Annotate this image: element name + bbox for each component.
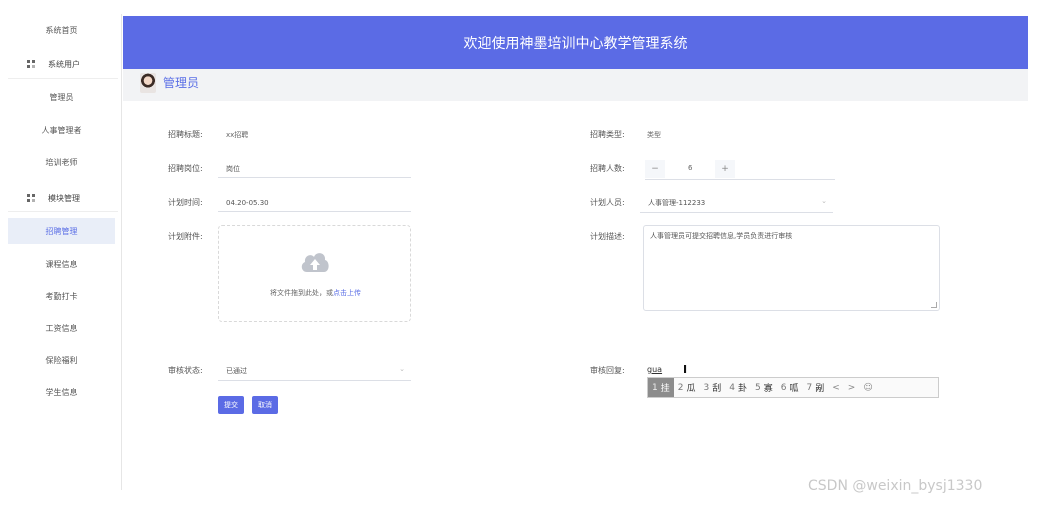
cancel-button[interactable]: 取消 [252,396,278,414]
candidate-number: 2 [677,382,684,393]
plan-time-value: 04.20-05.30 [226,198,269,207]
attachment-label: 计划附件: [168,232,203,241]
header-bar: 欢迎使用神墨培训中心教学管理系统 [123,16,1028,69]
sidebar-item-label: 考勤打卡 [45,291,78,301]
candidate-number: 4 [729,382,735,393]
candidate-char: 寡 [763,384,773,394]
ime-candidate[interactable]: 5寡 [751,378,777,397]
sidebar-item-salary[interactable]: 工资信息 [8,315,115,341]
candidate-number: 7 [806,382,813,393]
plan-time-input[interactable]: 04.20-05.30 [218,194,411,212]
audit-reply-input[interactable]: gua [647,365,662,374]
candidate-number: 5 [755,382,761,393]
candidate-char: 挂 [660,384,670,394]
candidate-char: 瓜 [686,384,696,394]
recruit-type-value: 类型 [647,131,661,139]
plan-person-label: 计划人员: [590,198,625,207]
sidebar-item-home[interactable]: 系统首页 [8,17,115,43]
position-input[interactable]: 岗位 [218,160,411,178]
candidate-number: 3 [703,382,710,393]
watermark: CSDN @weixin_bysj1330 [808,478,983,494]
position-label: 招聘岗位: [168,164,203,173]
audit-status-select[interactable]: 已通过 ⌄ [218,361,411,381]
sidebar-group-modules[interactable]: 模块管理 [0,185,122,211]
sidebar-item-label: 学生信息 [45,387,78,397]
decrement-button[interactable]: − [645,160,665,178]
page-title: 欢迎使用神墨培训中心教学管理系统 [463,35,688,52]
text-cursor-icon: I [683,363,688,376]
ime-candidate[interactable]: 2瓜 [674,378,700,397]
grid-icon [27,60,35,68]
increment-button[interactable]: + [715,160,735,178]
sidebar-item-recruitment[interactable]: 招聘管理 [8,218,115,244]
chevron-down-icon: ⌄ [399,365,405,373]
count-value: 6 [688,164,693,172]
upload-dropzone[interactable]: 将文件拖到此处，或点击上传 [218,225,411,322]
sidebar-item-students[interactable]: 学生信息 [8,379,115,405]
audit-reply-label: 审核回复: [590,366,625,375]
sidebar-item-label: 培训老师 [45,157,78,167]
upload-hint-text: 将文件拖到此处，或 [270,289,333,297]
sidebar-group-users[interactable]: 系统用户 [0,51,122,77]
sidebar-item-label: 课程信息 [45,259,78,269]
sidebar-item-label: 保险福利 [45,355,78,365]
sidebar-item-label: 管理员 [49,92,74,102]
sidebar-item-label: 人事管理者 [41,125,82,135]
user-name: 管理员 [163,76,200,90]
position-value: 岗位 [226,164,240,173]
candidate-char: 呱 [789,384,799,394]
desc-label: 计划描述: [590,232,625,241]
sidebar-item-admin[interactable]: 管理员 [8,84,115,110]
upload-link[interactable]: 点击上传 [333,289,361,297]
sidebar-item-hr-manager[interactable]: 人事管理者 [8,117,115,143]
candidate-char: 卦 [737,384,747,394]
sidebar-item-attendance[interactable]: 考勤打卡 [8,283,115,309]
count-stepper[interactable]: − 6 + [645,160,835,180]
prev-page-icon[interactable]: < [828,383,844,393]
divider [8,211,118,212]
sidebar-item-teacher[interactable]: 培训老师 [8,149,115,175]
candidate-number: 1 [652,382,658,393]
count-label: 招聘人数: [590,164,625,173]
ime-candidate[interactable]: 7剐 [803,378,829,397]
user-bar: 管理员 [123,69,1028,101]
candidate-char: 剐 [815,384,825,394]
upload-hint: 将文件拖到此处，或点击上传 [219,288,412,298]
avatar[interactable] [140,73,156,93]
sidebar-item-courses[interactable]: 课程信息 [8,251,115,277]
recruitment-form: 招聘标题: xx招聘 招聘类型: 类型 招聘岗位: 岗位 招聘人数: − 6 +… [123,101,1028,490]
sidebar-item-label: 系统首页 [45,25,78,35]
sidebar-item-label: 工资信息 [45,323,78,333]
sidebar-group-label: 模块管理 [48,193,80,203]
ime-candidate[interactable]: 6呱 [777,378,803,397]
next-page-icon[interactable]: > [844,383,860,393]
ime-candidate[interactable]: 3刮 [700,378,726,397]
recruit-title-value: xx招聘 [226,131,249,139]
sidebar-item-label: 招聘管理 [45,226,78,236]
candidate-char: 刮 [712,384,722,394]
recruit-title-label: 招聘标题: [168,130,203,139]
audit-status-value: 已通过 [226,366,247,375]
divider [8,78,118,79]
plan-person-select[interactable]: 人事管理-112233 ⌄ [640,193,833,213]
cloud-upload-icon [301,253,329,272]
ime-candidate[interactable]: 4卦 [725,378,751,397]
desc-value: 人事管理员可提交招聘信息,学员负责进行审核 [650,232,793,240]
resize-handle[interactable] [931,302,937,308]
audit-status-label: 审核状态: [168,366,203,375]
plan-time-label: 计划时间: [168,198,203,207]
plan-person-value: 人事管理-112233 [648,198,706,207]
sidebar-group-label: 系统用户 [48,59,80,69]
emoji-icon[interactable]: ☺ [859,383,876,393]
recruit-type-label: 招聘类型: [590,130,625,139]
sidebar: 系统首页 系统用户 管理员 人事管理者 培训老师 模块管理 招聘管理 课程信息 … [0,14,122,490]
ime-candidate[interactable]: 1挂 [648,378,674,397]
candidate-number: 6 [780,382,787,393]
grid-icon [27,194,35,202]
desc-textarea[interactable]: 人事管理员可提交招聘信息,学员负责进行审核 [643,225,940,311]
ime-candidate-bar: 1挂 2瓜 3刮 4卦 5寡 6呱 7剐 < > ☺ [647,377,939,398]
sidebar-item-insurance[interactable]: 保险福利 [8,347,115,373]
submit-button[interactable]: 提交 [218,396,244,414]
chevron-down-icon: ⌄ [821,197,827,205]
